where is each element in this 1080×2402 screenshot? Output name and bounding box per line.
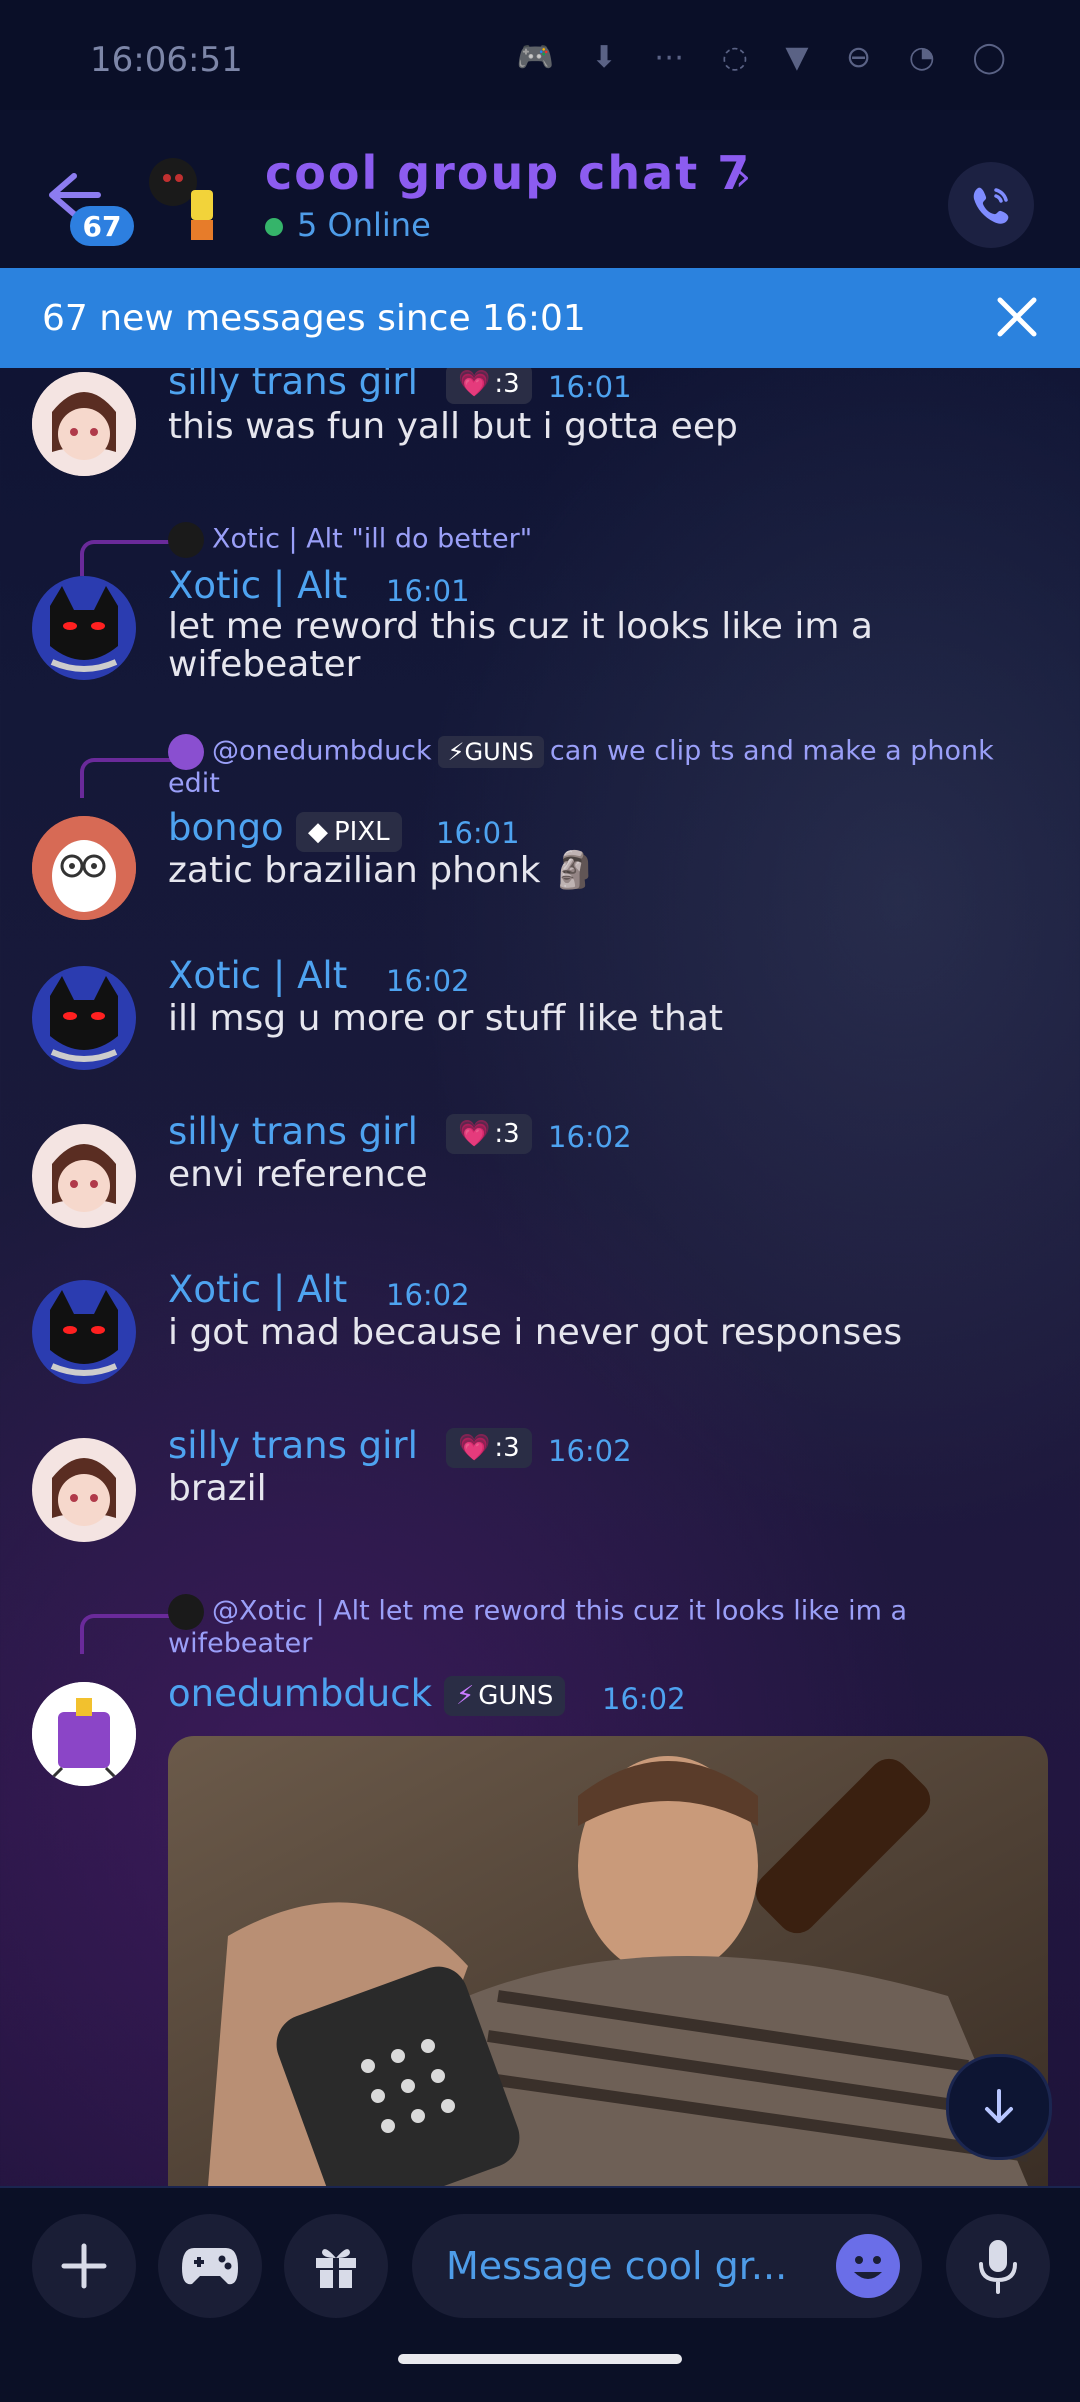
attached-image[interactable] [168, 1736, 1048, 2186]
activities-button[interactable] [158, 2214, 262, 2318]
home-indicator[interactable] [398, 2354, 682, 2364]
plus-icon [61, 2243, 107, 2289]
smiley-icon [838, 2236, 898, 2296]
microphone-icon [979, 2240, 1017, 2294]
user-tag-label: GUNS [478, 1681, 554, 1711]
user-tag-label: :3 [494, 1119, 520, 1149]
group-avatar[interactable] [145, 154, 225, 244]
status-time: 16:06:51 [90, 40, 243, 80]
reply-text: Xotic | Alt "ill do better" [212, 523, 533, 555]
avatar[interactable] [32, 1280, 136, 1384]
chevron-right-icon[interactable]: › [735, 154, 751, 200]
username[interactable]: Xotic | Alt [168, 954, 347, 997]
message-list[interactable]: silly trans girl 💗:3 16:01 this was fun … [0, 368, 1080, 2186]
reply-preview[interactable]: @onedumbduck ⚡GUNS can we clip ts and make… [168, 734, 1018, 798]
timestamp: 16:01 [436, 816, 520, 850]
status-bar: 16:06:51 🎮 ⬇ ⋯ ◌ ▼ ⊖ ◔ ◯ [0, 0, 1080, 110]
new-messages-banner[interactable]: 67 new messages since 16:01 [0, 268, 1080, 368]
username[interactable]: bongo [168, 806, 284, 849]
gamepad-icon [182, 2248, 238, 2285]
username[interactable]: silly trans girl [168, 368, 418, 403]
new-messages-text: 67 new messages since 16:01 [42, 298, 586, 339]
username[interactable]: Xotic | Alt [168, 1268, 347, 1311]
reply-tag: ⚡GUNS [437, 735, 544, 768]
message-text: ill msg u more or stuff like that [168, 998, 723, 1039]
online-dot-icon [265, 218, 283, 236]
avatar[interactable] [32, 816, 136, 920]
reply-avatar [168, 522, 204, 558]
message-text: envi reference [168, 1154, 428, 1195]
gift-icon [316, 2249, 356, 2288]
timestamp: 16:02 [386, 1278, 470, 1312]
user-tag: ⚡ GUNS [444, 1676, 566, 1716]
message-composer: Message cool gr... [0, 2186, 1080, 2402]
reply-avatar [168, 1594, 204, 1630]
user-tag: 💗:3 [446, 368, 532, 404]
reply-connector [80, 1614, 174, 1654]
username[interactable]: Xotic | Alt [168, 564, 347, 607]
message-text: i got mad because i never got responses [168, 1312, 903, 1353]
online-status: 5 Online [265, 206, 431, 244]
timestamp: 16:02 [386, 964, 470, 998]
timestamp: 16:02 [548, 1434, 632, 1468]
username[interactable]: onedumbduck [168, 1672, 432, 1715]
message-text: this was fun yall but i gotta eep [168, 406, 738, 447]
avatar[interactable] [32, 1682, 136, 1786]
avatar[interactable] [32, 576, 136, 680]
heart-icon: 💗 [458, 1119, 491, 1149]
voice-message-button[interactable] [946, 2214, 1050, 2318]
user-tag-label: PIXL [334, 817, 390, 847]
status-icons: 🎮 ⬇ ⋯ ◌ ▼ ⊖ ◔ ◯ [516, 40, 1020, 75]
message-text: zatic brazilian phonk 🗿 [168, 850, 597, 891]
reply-connector [80, 758, 174, 798]
reply-avatar [168, 734, 204, 770]
scroll-to-bottom-button[interactable] [946, 2054, 1052, 2160]
message-text: let me reword this cuz it looks like im … [168, 606, 873, 685]
message-placeholder: Message cool gr... [446, 2244, 788, 2288]
phone-icon [973, 187, 1009, 224]
close-icon[interactable] [992, 292, 1042, 342]
lightning-icon: ⚡ [456, 1681, 475, 1711]
username[interactable]: silly trans girl [168, 1110, 418, 1153]
diamond-icon: ◆ [308, 817, 328, 847]
heart-icon: 💗 [458, 1433, 491, 1463]
avatar[interactable] [32, 372, 136, 476]
message-text: brazil [168, 1468, 267, 1509]
avatar[interactable] [32, 1438, 136, 1542]
avatar[interactable] [32, 966, 136, 1070]
reply-preview[interactable]: @Xotic | Alt let me reword this cuz it l… [168, 1594, 1018, 1658]
timestamp: 16:02 [548, 1120, 632, 1154]
user-tag: 💗:3 [446, 1114, 532, 1154]
timestamp: 16:01 [548, 370, 632, 404]
emoji-button[interactable] [836, 2234, 900, 2298]
avatar[interactable] [32, 1124, 136, 1228]
reply-text: @Xotic | Alt let me reword this cuz it l… [168, 1595, 908, 1659]
gift-button[interactable] [284, 2214, 388, 2318]
unread-badge: 67 [70, 206, 134, 246]
reply-preview[interactable]: Xotic | Alt "ill do better" [168, 522, 1018, 558]
voice-call-button[interactable] [948, 162, 1034, 248]
add-button[interactable] [32, 2214, 136, 2318]
reply-tag-label: GUNS [464, 737, 534, 766]
username[interactable]: silly trans girl [168, 1424, 418, 1467]
reply-connector [80, 540, 174, 580]
user-tag-label: :3 [494, 1433, 520, 1463]
heart-icon: 💗 [458, 369, 491, 399]
reply-user: @onedumbduck [212, 735, 432, 767]
group-title[interactable]: cool group chat 7 [265, 146, 751, 200]
user-tag: ◆ PIXL [296, 812, 402, 852]
timestamp: 16:02 [602, 1682, 686, 1716]
user-tag-label: :3 [494, 369, 520, 399]
arrow-down-icon [985, 2089, 1013, 2123]
online-count: 5 Online [297, 206, 431, 244]
chat-header: 67 cool group chat 7 › 5 Online [0, 110, 1080, 268]
message-input[interactable]: Message cool gr... [412, 2214, 922, 2318]
user-tag: 💗:3 [446, 1428, 532, 1468]
timestamp: 16:01 [386, 574, 470, 608]
